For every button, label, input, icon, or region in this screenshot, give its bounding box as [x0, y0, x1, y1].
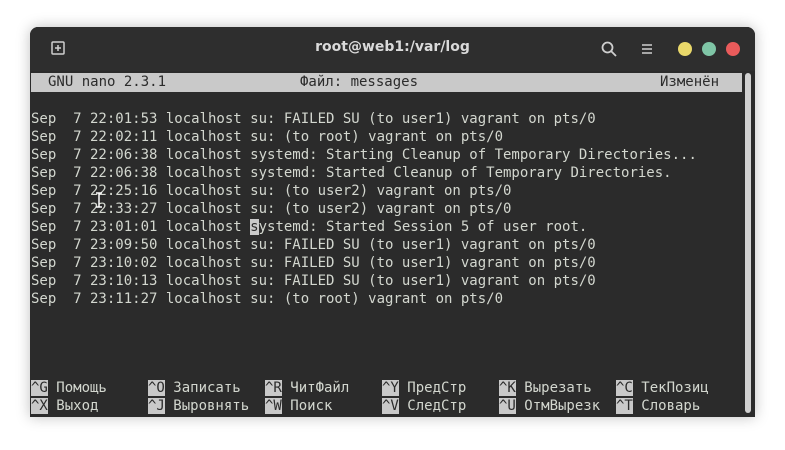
log-line: Sep 7 22:25:16 localhost su: (to user2) …: [31, 183, 512, 199]
shortcut-cur-pos[interactable]: ^C ТекПозиц: [616, 379, 709, 397]
shortcut-write[interactable]: ^O Записать: [148, 379, 241, 397]
title-bar: root@web1:/var/log: [30, 27, 755, 71]
maximize-button[interactable]: [702, 42, 716, 56]
terminal-area[interactable]: GNU nano 2.3.1 Файл: messages Изменён Se…: [30, 71, 755, 417]
log-line: Sep 7 23:10:13 localhost su: FAILED SU (…: [31, 273, 596, 289]
log-line: Sep 7 23:10:02 localhost su: FAILED SU (…: [31, 255, 596, 271]
shortcut-bar-row2: ^X Выход ^J Выровнять ^W Поиск ^V СледСт…: [30, 397, 742, 415]
nano-modified-status: Изменён: [660, 74, 720, 90]
search-icon[interactable]: [601, 41, 617, 57]
shortcut-spell[interactable]: ^T Словарь: [616, 397, 700, 415]
close-button[interactable]: [726, 42, 740, 56]
log-line: Sep 7 22:02:11 localhost su: (to root) v…: [31, 129, 504, 145]
shortcut-help[interactable]: ^G Помощь: [31, 379, 107, 397]
nano-version: GNU nano 2.3.1: [48, 74, 167, 90]
shortcut-justify[interactable]: ^J Выровнять: [148, 397, 249, 415]
log-line: Sep 7 22:06:38 localhost systemd: Starti…: [31, 147, 697, 163]
log-line: Sep 7 23:09:50 localhost su: FAILED SU (…: [31, 237, 596, 253]
shortcut-uncut[interactable]: ^U ОтмВырезк: [499, 397, 600, 415]
shortcut-next-page[interactable]: ^V СледСтр: [382, 397, 466, 415]
terminal-window: root@web1:/var/log GNU nano 2.3.1 Файл: …: [30, 27, 755, 417]
shortcut-exit[interactable]: ^X Выход: [31, 397, 98, 415]
log-line: Sep 7 22:01:53 localhost su: FAILED SU (…: [31, 111, 596, 127]
text-cursor: s: [250, 219, 259, 235]
shortcut-cut[interactable]: ^K Вырезать: [499, 379, 592, 397]
shortcut-prev-page[interactable]: ^Y ПредСтр: [382, 379, 466, 397]
hamburger-menu-icon[interactable]: [640, 42, 654, 56]
minimize-button[interactable]: [678, 42, 692, 56]
log-line-text: Sep 7 23:01:01 localhost: [31, 219, 251, 235]
mouse-ibeam-icon: [96, 192, 102, 208]
nano-filename: Файл: messages: [300, 74, 419, 90]
log-line: Sep 7 23:11:27 localhost su: (to root) v…: [31, 291, 504, 307]
shortcut-where-is[interactable]: ^W Поиск: [265, 397, 332, 415]
log-line-with-cursor: Sep 7 23:01:01 localhost systemd: Starte…: [31, 218, 587, 236]
log-line-text: ystemd: Started Session 5 of user root.: [258, 219, 588, 235]
shortcut-read-file[interactable]: ^R ЧитФайл: [265, 379, 349, 397]
scrollbar[interactable]: [745, 73, 751, 413]
shortcut-bar-row1: ^G Помощь ^O Записать ^R ЧитФайл ^Y Пред…: [30, 379, 742, 397]
log-line: Sep 7 22:33:27 localhost su: (to user2) …: [31, 201, 512, 217]
nano-header: GNU nano 2.3.1 Файл: messages Изменён: [31, 73, 742, 92]
log-line: Sep 7 22:06:38 localhost systemd: Starte…: [31, 165, 672, 181]
